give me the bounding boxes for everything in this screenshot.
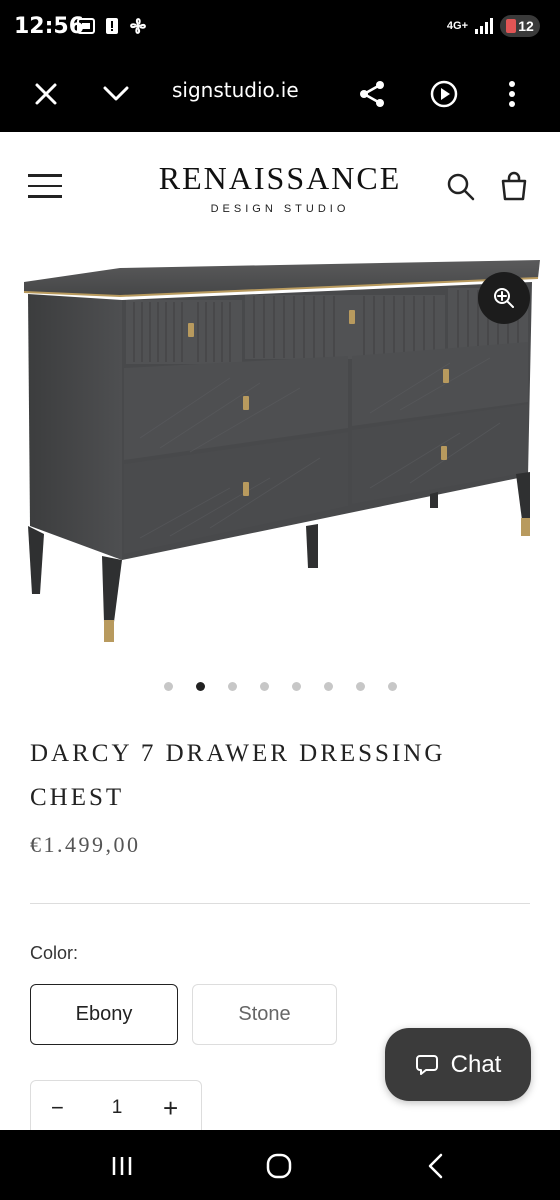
status-icons-left	[76, 16, 148, 36]
brand-logo[interactable]: RENAISSANCE DESIGN STUDIO	[0, 160, 560, 215]
color-option-stone[interactable]: Stone	[192, 984, 337, 1045]
divider	[30, 903, 530, 904]
share-icon	[360, 81, 384, 107]
screen-record-icon	[77, 18, 95, 34]
recent-apps-button[interactable]	[100, 1144, 144, 1188]
signal-icon	[475, 18, 493, 34]
network-type: 4G+	[446, 20, 468, 32]
bag-icon[interactable]	[499, 170, 529, 202]
back-icon	[428, 1153, 443, 1179]
more-options-button[interactable]	[488, 70, 536, 118]
battery-icon: 12	[500, 15, 540, 37]
product-title: DARCY 7 DRAWER DRESSING CHEST	[30, 740, 446, 811]
quantity-input[interactable]: 1	[111, 1097, 123, 1119]
recent-apps-icon	[112, 1157, 132, 1175]
site-header: RENAISSANCE DESIGN STUDIO	[0, 132, 560, 238]
brand-name: RENAISSANCE	[158, 160, 402, 196]
color-label: Color:	[30, 943, 79, 963]
chat-bubble-icon	[415, 1054, 438, 1075]
pagination-dot[interactable]	[292, 682, 301, 691]
close-tab-button[interactable]	[22, 70, 70, 118]
quantity-stepper: − 1 +	[30, 1080, 202, 1136]
zoom-in-icon	[494, 288, 514, 308]
alert-icon	[106, 18, 118, 34]
system-nav-bar	[0, 1130, 560, 1200]
pagination-dot[interactable]	[164, 682, 173, 691]
battery-low-indicator	[506, 19, 517, 33]
pagination-dot[interactable]	[228, 682, 237, 691]
color-option-ebony[interactable]: Ebony	[30, 984, 178, 1045]
url-text[interactable]: signstudio.ie	[172, 78, 299, 102]
product-image	[23, 260, 540, 642]
minimize-button[interactable]	[92, 70, 140, 118]
chat-label: Chat	[450, 1050, 502, 1078]
product-price: €1.499,00	[30, 832, 141, 857]
status-right: 4G+ 12	[447, 15, 540, 37]
pagination-dot[interactable]	[324, 682, 333, 691]
status-bar: 12:56 4G+ 12	[0, 0, 560, 56]
pagination-dot[interactable]	[260, 682, 269, 691]
play-icon	[430, 80, 458, 108]
decrease-quantity-button[interactable]: −	[51, 1095, 64, 1121]
fan-icon	[130, 18, 146, 34]
search-icon[interactable]	[446, 172, 476, 202]
chat-button[interactable]: Chat	[385, 1028, 531, 1101]
pagination-dot-active[interactable]	[196, 682, 205, 691]
browser-toolbar: signstudio.ie	[0, 56, 560, 132]
close-icon	[35, 83, 57, 105]
color-option-label: Ebony	[75, 1003, 133, 1025]
status-time: 12:56	[14, 14, 85, 39]
battery-level: 12	[518, 18, 534, 34]
color-option-label: Stone	[238, 1003, 291, 1025]
product-gallery[interactable]	[0, 238, 560, 670]
home-icon	[266, 1153, 292, 1179]
share-button[interactable]	[348, 70, 396, 118]
back-button[interactable]	[414, 1144, 458, 1188]
increase-quantity-button[interactable]: +	[163, 1093, 178, 1124]
brand-subtitle: DESIGN STUDIO	[210, 203, 350, 215]
play-button[interactable]	[420, 70, 468, 118]
pagination-dot[interactable]	[388, 682, 397, 691]
more-vertical-icon	[509, 81, 515, 107]
chevron-down-icon	[103, 86, 129, 101]
home-button[interactable]	[257, 1144, 301, 1188]
pagination-dot[interactable]	[356, 682, 365, 691]
zoom-button[interactable]	[478, 272, 530, 324]
gallery-pagination	[164, 682, 397, 691]
